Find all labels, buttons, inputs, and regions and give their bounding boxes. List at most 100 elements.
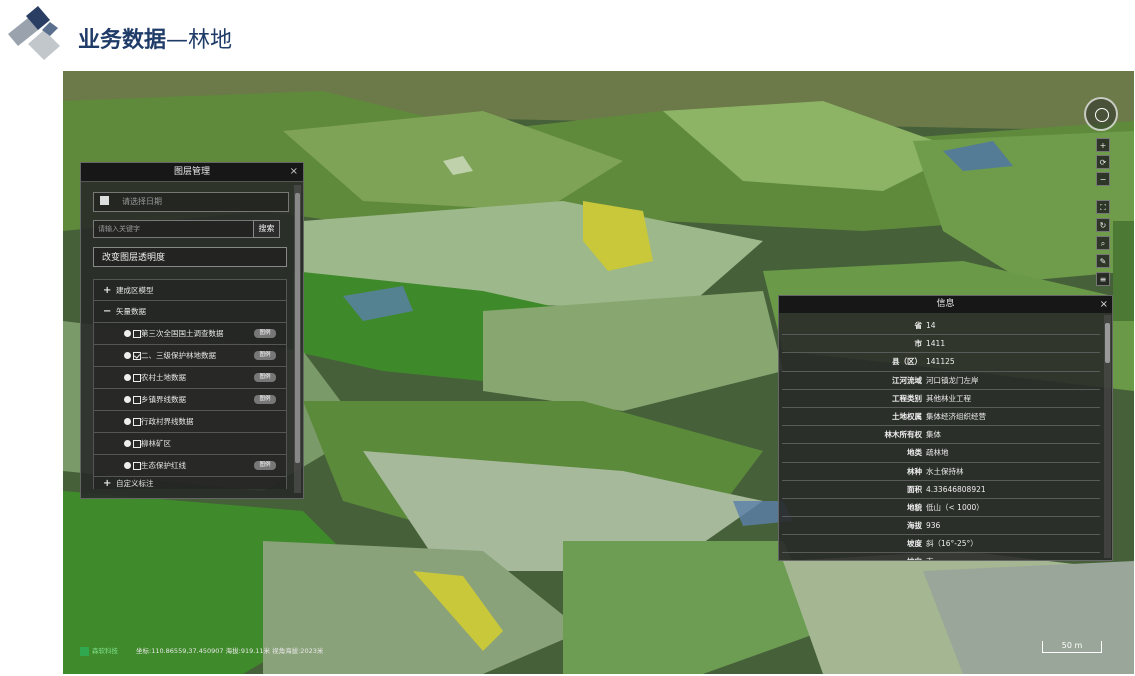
locate-icon[interactable] [124,374,131,381]
attribute-key: 县（区） [892,357,922,367]
layer-checkbox[interactable] [133,462,141,470]
attribute-value: 南 [926,553,934,560]
attribute-key: 江河流域 [892,375,922,385]
layer-checkbox[interactable] [133,374,141,382]
reset-view-button[interactable]: ⟳ [1096,155,1110,169]
layer-item[interactable]: 生态保护红线 图例 [93,455,287,477]
locate-icon[interactable] [124,440,131,447]
layer-checkbox[interactable] [133,440,141,448]
menu-icon[interactable]: ≡ [1096,272,1110,286]
attribute-value: 4.33646808921 [926,484,986,494]
layer-panel-scrollbar[interactable] [294,185,301,493]
zoom-out-button[interactable]: − [1096,172,1110,186]
coordinate-readout: 坐标:110.86559,37.450907 海拔:919.11米 视角海拔:2… [136,647,324,655]
attribute-key: 坡度 [907,539,922,549]
layer-item[interactable]: 乡镇界线数据 图例 [93,389,287,411]
attribute-value: 低山（< 1000） [926,502,984,512]
attribute-row: 坡度 斜（16°-25°） [782,535,1100,554]
legend-button[interactable]: 图例 [254,329,276,338]
attribute-key: 地貌 [907,502,922,512]
attribute-row: 工程类别 其他林业工程 [782,390,1100,408]
search-icon[interactable]: ⌕ [1096,236,1110,250]
tools-icon[interactable]: ✎ [1096,254,1110,268]
attribute-row: 江河流域 河口镇龙门左岸 [782,372,1100,390]
close-icon[interactable]: × [1100,296,1108,313]
tree-node-label: 自定义标注 [116,479,154,488]
date-placeholder: 请选择日期 [122,197,162,206]
attribute-row: 地貌 低山（< 1000） [782,499,1100,518]
legend-button[interactable]: 图例 [254,395,276,404]
info-panel-header: 信息 × [779,296,1112,313]
scrollbar-thumb[interactable] [1105,323,1110,363]
page-header: 业务数据—林地 [0,0,1135,70]
map-status-bar: 森软科技 坐标:110.86559,37.450907 海拔:919.11米 视角… [80,645,323,657]
collapse-minus-icon[interactable]: − [103,301,111,323]
attribute-row: 坡向南 [782,553,1100,560]
layer-panel-header: 图层管理 × [81,163,303,182]
locate-icon[interactable] [124,330,131,337]
attribute-table: 省 14 市 1411 县（区） 141125 江河流域 河口镇龙门左岸 工程类别 其他林… [782,317,1100,560]
attribute-row: 县（区） 141125 [782,353,1100,372]
attribute-value: 141125 [926,357,955,367]
tree-node-label: 矢量数据 [116,307,146,316]
attribute-key: 坡向 [907,553,922,560]
locate-icon[interactable] [124,396,131,403]
tree-node-label: 建成区模型 [116,286,154,295]
layer-checkbox[interactable] [133,330,141,338]
info-panel-title: 信息 [936,299,955,309]
attribute-value: 936 [926,521,941,531]
scale-bar: 50 m [1042,641,1102,653]
attribute-value: 1411 [926,339,946,349]
tree-node-vector-data[interactable]: − 矢量数据 [93,301,287,323]
layer-tree: + 建成区模型 − 矢量数据 第三次全国国土调查数据 图例 二、三级保护林地数据… [93,279,287,489]
layer-checkbox[interactable] [133,352,141,360]
layer-item[interactable]: 行政村界线数据 [93,411,287,433]
attribute-row: 土地权属 集体经济组织经营 [782,408,1100,427]
locate-icon[interactable] [124,352,131,359]
attribute-row: 林木所有权 集体 [782,426,1100,445]
tree-node-custom-label[interactable]: + 自定义标注 [93,477,287,489]
layer-panel-title: 图层管理 [173,167,210,177]
change-opacity-button[interactable]: 改变图层透明度 [93,247,287,267]
attribute-value: 河口镇龙门左岸 [926,375,979,385]
attribute-row: 林种 水土保持林 [782,463,1100,481]
zoom-in-button[interactable]: + [1096,138,1110,152]
expand-plus-icon[interactable]: + [103,477,111,491]
info-panel-scrollbar[interactable] [1104,315,1111,558]
layer-label: 乡镇界线数据 [141,395,186,404]
legend-button[interactable]: 图例 [254,461,276,470]
layer-checkbox[interactable] [133,396,141,404]
close-icon[interactable]: × [290,163,298,181]
layer-item[interactable]: 第三次全国国土调查数据 图例 [93,323,287,345]
layer-item[interactable]: 二、三级保护林地数据 图例 [93,345,287,367]
date-picker[interactable]: 请选择日期 [93,192,289,212]
legend-button[interactable]: 图例 [254,351,276,360]
layer-label: 第三次全国国土调查数据 [141,329,224,338]
attribute-row: 面积 4.33646808921 [782,481,1100,499]
tree-node-building-model[interactable]: + 建成区模型 [93,279,287,301]
compass-center-icon[interactable] [1095,108,1109,122]
layer-checkbox[interactable] [133,418,141,426]
locate-icon[interactable] [124,462,131,469]
rotate-button[interactable]: ↻ [1096,218,1110,232]
fullscreen-button[interactable]: ⛶ [1096,200,1110,214]
search-button[interactable]: 搜索 [253,220,280,238]
calendar-icon [100,196,109,205]
legend-button[interactable]: 图例 [254,373,276,382]
layer-item[interactable]: 柳林矿区 [93,433,287,455]
attribute-key: 地类 [907,448,922,458]
attribute-key: 林木所有权 [884,430,923,440]
layer-item[interactable]: 农村土地数据 图例 [93,367,287,389]
attribute-key: 省 [914,321,923,330]
layer-label: 柳林矿区 [141,439,171,448]
keyword-input[interactable]: 请输入关键字 [93,220,255,238]
layer-label: 农村土地数据 [141,373,186,382]
compass-icon[interactable] [1084,97,1118,131]
attribute-key: 市 [914,339,923,349]
expand-plus-icon[interactable]: + [103,280,111,302]
locate-icon[interactable] [124,418,131,425]
scrollbar-thumb[interactable] [295,193,300,463]
page-title: 业务数据—林地 [78,28,233,53]
attribute-row: 市 1411 [782,335,1100,354]
attribute-value: 斜（16°-25°） [926,539,978,549]
